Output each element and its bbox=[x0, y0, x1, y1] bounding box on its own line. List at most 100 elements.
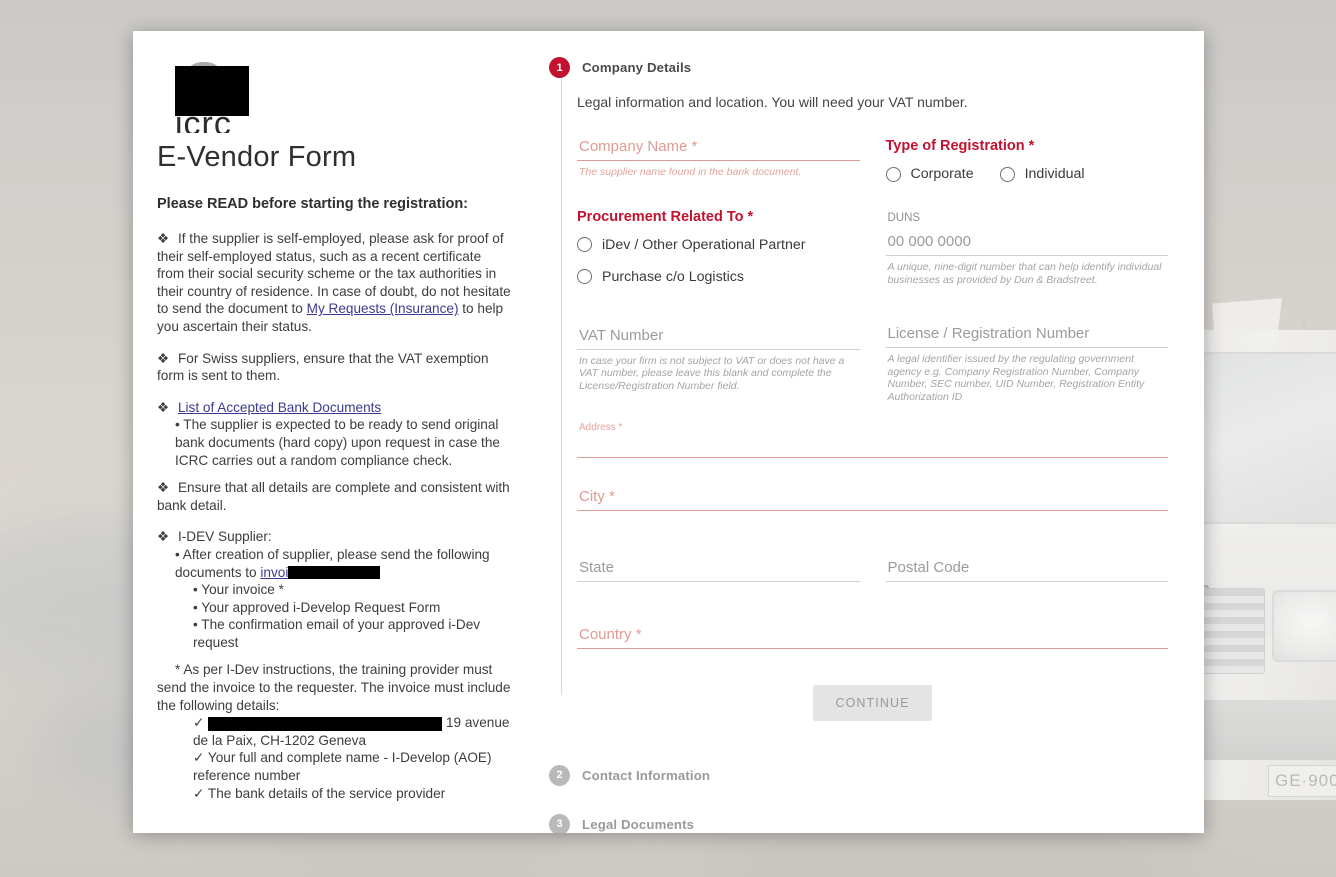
idev-doc-item: • Your invoice * bbox=[157, 581, 511, 599]
instruction-text: Ensure that all details are complete and… bbox=[157, 480, 510, 513]
form-card: icrc E-Vendor Form Please READ before st… bbox=[133, 31, 1204, 833]
bank-docs-subtext-body: The supplier is expected to be ready to … bbox=[175, 417, 500, 468]
round-bullet-icon: • bbox=[193, 582, 198, 598]
step-number-badge-2: 2 bbox=[549, 764, 570, 786]
duns-caption: DUNS bbox=[887, 212, 921, 224]
read-heading: Please READ before starting the registra… bbox=[157, 196, 469, 212]
instruction-item-self-employed: ❖ If the supplier is self-employed, plea… bbox=[157, 230, 511, 336]
registration-type-corporate-label: Corporate bbox=[910, 166, 974, 182]
footnote-check-text: Your full and complete name - I-Develop … bbox=[193, 750, 492, 784]
stepper-step-company-details[interactable]: 1 Company Details bbox=[549, 57, 1174, 78]
continue-button[interactable]: CONTINUE bbox=[813, 684, 932, 721]
page-title: E-Vendor Form bbox=[157, 141, 357, 173]
idev-heading: I-DEV Supplier: bbox=[177, 529, 272, 545]
company-name-field: The supplier name found in the bank docu… bbox=[577, 138, 860, 179]
diamond-bullet-icon: ❖ bbox=[157, 480, 170, 496]
footnote-check-item: ✓ 19 avenue de la Paix, CH-1202 Geneva bbox=[157, 714, 511, 749]
round-bullet-icon: • bbox=[193, 617, 198, 633]
stepper-rail bbox=[561, 75, 562, 695]
registration-type-individual-label: Individual bbox=[1024, 166, 1085, 182]
bank-docs-subtext: • The supplier is expected to be ready t… bbox=[157, 416, 511, 469]
check-icon: ✓ bbox=[193, 715, 205, 731]
procurement-option-idev[interactable]: iDev / Other Operational Partner bbox=[577, 237, 860, 253]
check-icon: ✓ bbox=[193, 750, 205, 766]
address-field: Address * bbox=[577, 422, 1168, 458]
license-number-input[interactable] bbox=[885, 325, 1168, 349]
form-column-left: The supplier name found in the bank docu… bbox=[577, 138, 860, 408]
footnote-check-item: ✓ The bank details of the service provid… bbox=[157, 785, 511, 803]
idev-doc-text: The confirmation email of your approved … bbox=[193, 617, 481, 650]
city-input[interactable] bbox=[577, 487, 1168, 511]
step-number-badge-3: 3 bbox=[549, 813, 570, 833]
state-input[interactable] bbox=[577, 558, 860, 582]
procurement-option-idev-label: iDev / Other Operational Partner bbox=[602, 236, 806, 253]
address-input[interactable] bbox=[577, 434, 1168, 458]
invoice-email-link[interactable]: invoi bbox=[260, 565, 288, 580]
step-label-1: Company Details bbox=[582, 60, 692, 75]
vat-number-hint: In case your firm is not subject to VAT … bbox=[579, 354, 845, 392]
instruction-item-swiss: ❖ For Swiss suppliers, ensure that the V… bbox=[157, 350, 511, 385]
stepper-step-legal-documents[interactable]: 3 Legal Documents bbox=[549, 813, 1174, 833]
idev-doc-item: • Your approved i-Develop Request Form bbox=[157, 599, 511, 617]
round-bullet-icon: • bbox=[175, 417, 180, 433]
address-redaction-box bbox=[208, 716, 443, 731]
logo-redaction-box bbox=[175, 66, 249, 116]
idev-send-line: • After creation of supplier, please sen… bbox=[157, 546, 511, 581]
postal-code-field bbox=[885, 558, 1168, 582]
stepper-step-contact-information[interactable]: 2 Contact Information bbox=[549, 764, 1174, 786]
diamond-bullet-icon: ❖ bbox=[157, 231, 170, 246]
form-column-right: Type of Registration * Corporate Individ… bbox=[885, 138, 1169, 408]
radio-unselected-icon[interactable] bbox=[577, 269, 592, 285]
round-bullet-icon: • bbox=[175, 546, 180, 562]
company-name-hint: The supplier name found in the bank docu… bbox=[579, 166, 802, 178]
idev-doc-text: Your invoice * bbox=[201, 582, 284, 598]
diamond-bullet-icon: ❖ bbox=[157, 399, 170, 415]
instructions-panel: icrc E-Vendor Form Please READ before st… bbox=[133, 31, 533, 833]
my-requests-insurance-link[interactable]: My Requests (Insurance) bbox=[307, 301, 459, 316]
duns-field: DUNS A unique, nine-digit number that ca… bbox=[885, 212, 1168, 286]
logo: icrc bbox=[157, 55, 511, 133]
duns-input[interactable] bbox=[885, 233, 1168, 256]
idev-doc-item: • The confirmation email of your approve… bbox=[157, 616, 511, 651]
round-bullet-icon: • bbox=[193, 599, 198, 615]
procurement-option-logistics-label: Purchase c/o Logistics bbox=[602, 268, 744, 285]
step-number-badge-1: 1 bbox=[549, 57, 570, 78]
accepted-bank-documents-link[interactable]: List of Accepted Bank Documents bbox=[178, 400, 381, 415]
instruction-item-bank-docs: ❖ List of Accepted Bank Documents • The … bbox=[157, 399, 511, 469]
email-redaction-box bbox=[288, 566, 381, 580]
country-input[interactable] bbox=[577, 625, 1168, 649]
company-details-body: Legal information and location. You will… bbox=[577, 78, 1174, 721]
footnote-block: * As per I-Dev instructions, the trainin… bbox=[157, 661, 511, 802]
footnote-check-text: The bank details of the service provider bbox=[207, 785, 446, 801]
duns-hint: A unique, nine-digit number that can hel… bbox=[887, 261, 1162, 286]
procurement-group-title: Procurement Related To * bbox=[577, 208, 754, 225]
company-name-input[interactable] bbox=[577, 138, 860, 161]
state-field bbox=[577, 558, 860, 582]
instruction-text: For Swiss suppliers, ensure that the VAT… bbox=[157, 350, 489, 384]
procurement-option-logistics[interactable]: Purchase c/o Logistics bbox=[577, 269, 860, 285]
radio-unselected-icon[interactable] bbox=[885, 166, 901, 182]
registration-form-panel: 1 Company Details Legal information and … bbox=[533, 31, 1204, 833]
instruction-item-ensure: ❖ Ensure that all details are complete a… bbox=[157, 479, 511, 514]
radio-unselected-icon[interactable] bbox=[577, 237, 592, 253]
postal-code-input[interactable] bbox=[885, 558, 1168, 582]
vat-number-input[interactable] bbox=[577, 326, 860, 350]
vat-number-field: In case your firm is not subject to VAT … bbox=[577, 326, 860, 393]
radio-unselected-icon[interactable] bbox=[999, 166, 1015, 182]
diamond-bullet-icon: ❖ bbox=[157, 529, 170, 545]
registration-type-options: Corporate Individual bbox=[885, 166, 1169, 182]
instruction-item-idev: ❖ I-DEV Supplier: • After creation of su… bbox=[157, 528, 511, 651]
city-field bbox=[577, 487, 1168, 511]
step-label-3: Legal Documents bbox=[582, 816, 695, 832]
footnote-intro: * As per I-Dev instructions, the trainin… bbox=[157, 662, 511, 713]
check-icon: ✓ bbox=[193, 785, 205, 801]
license-number-hint: A legal identifier issued by the regulat… bbox=[887, 353, 1145, 403]
form-intro-text: Legal information and location. You will… bbox=[577, 94, 968, 110]
diamond-bullet-icon: ❖ bbox=[157, 350, 170, 366]
registration-type-option-individual[interactable]: Individual bbox=[999, 166, 1085, 182]
footnote-check-item: ✓ Your full and complete name - I-Develo… bbox=[157, 749, 511, 784]
registration-type-option-corporate[interactable]: Corporate bbox=[885, 166, 974, 182]
continue-button-row: CONTINUE bbox=[577, 684, 1168, 721]
license-number-field: A legal identifier issued by the regulat… bbox=[885, 325, 1168, 403]
idev-doc-text: Your approved i-Develop Request Form bbox=[201, 599, 441, 615]
